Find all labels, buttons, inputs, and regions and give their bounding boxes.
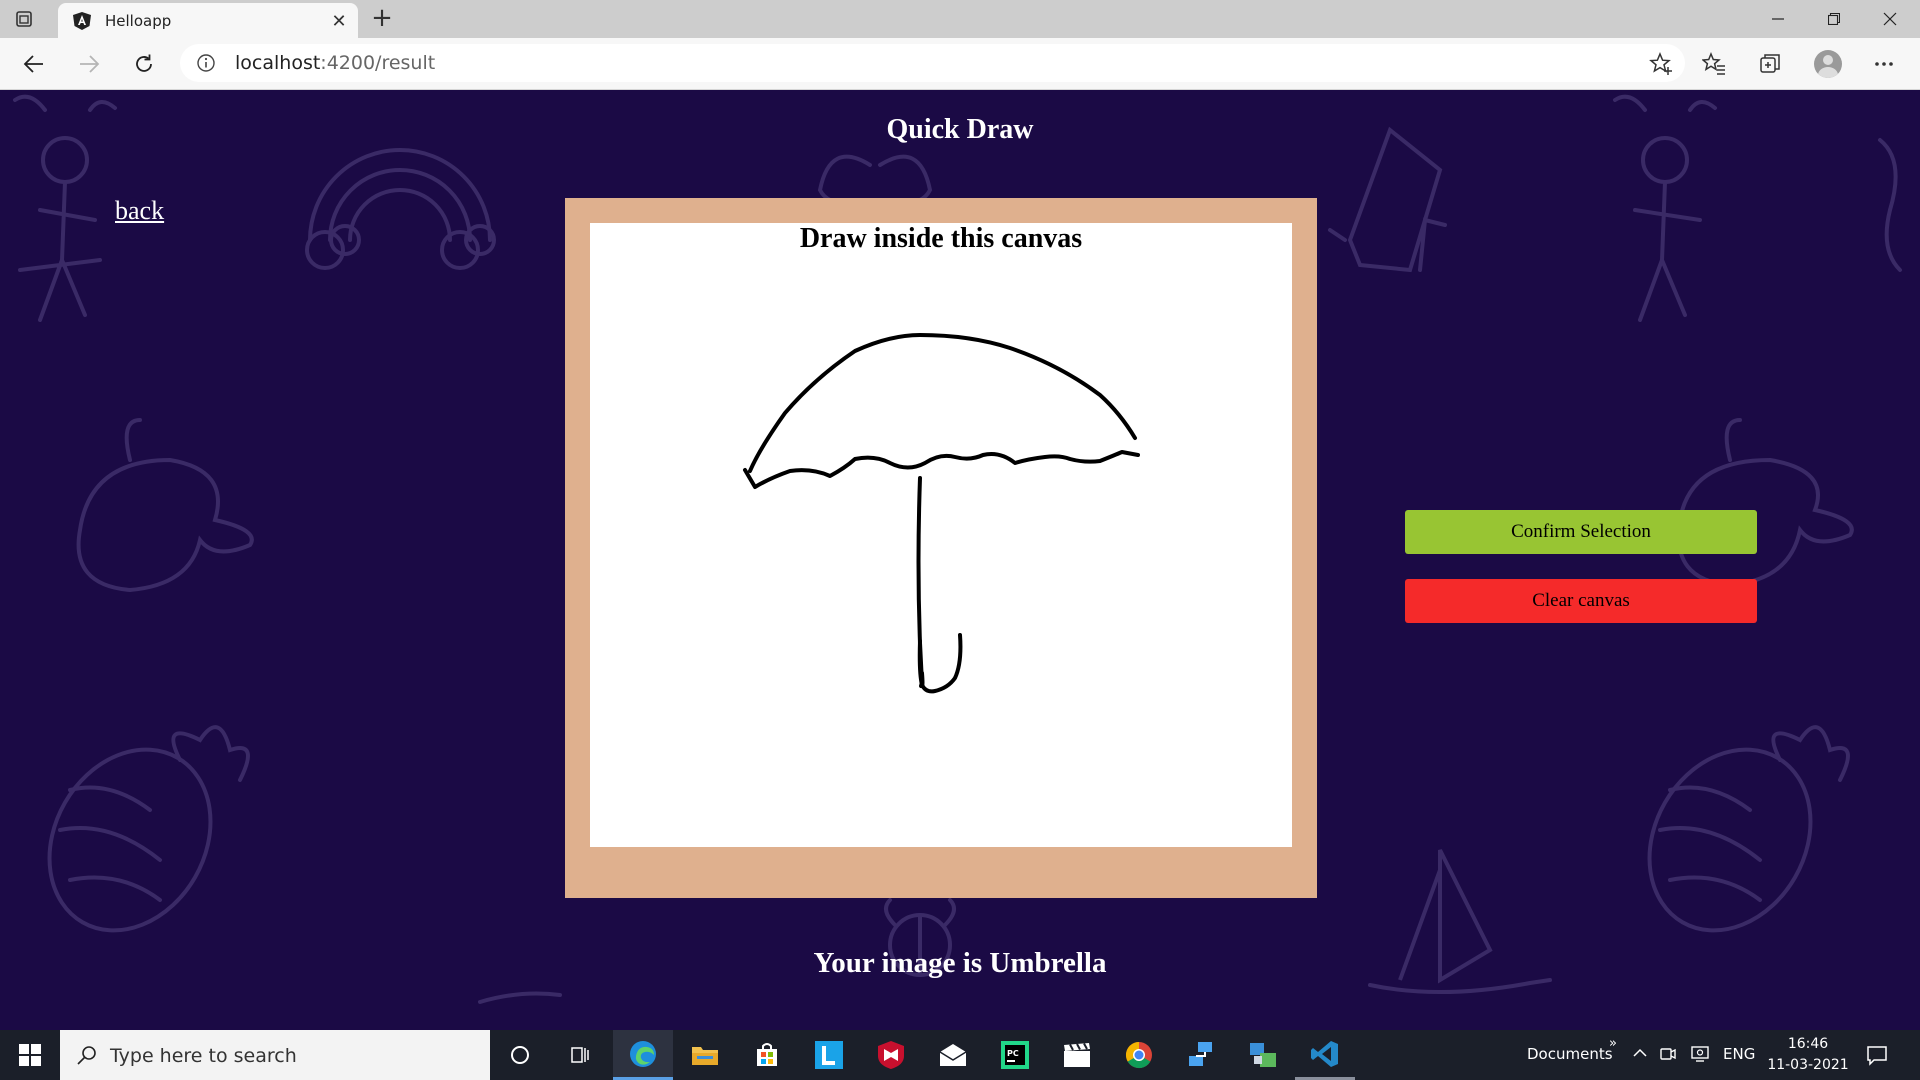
favorites-icon[interactable] (1700, 50, 1728, 78)
clock-time: 16:46 (1787, 1036, 1829, 1052)
toolbar-expand-icon[interactable]: » (1609, 1036, 1617, 1051)
l-app-icon[interactable] (799, 1030, 859, 1080)
windows-taskbar: Type here to search PC Documents » ENG 1… (0, 1030, 1920, 1080)
clock-date: 11-03-2021 (1767, 1057, 1849, 1073)
browser-tab[interactable]: Helloapp ✕ (58, 3, 358, 38)
remote-app-icon[interactable] (1233, 1030, 1293, 1080)
back-arrow-icon[interactable] (18, 48, 50, 80)
notifications-icon[interactable] (1866, 1044, 1888, 1071)
minimize-icon[interactable] (1750, 0, 1806, 38)
profile-avatar[interactable] (1814, 50, 1842, 78)
tab-actions-icon[interactable] (14, 9, 34, 29)
pycharm-icon[interactable]: PC (985, 1030, 1045, 1080)
canvas-frame: Draw inside this canvas (565, 198, 1317, 898)
mcafee-icon[interactable] (861, 1030, 921, 1080)
edge-icon[interactable] (613, 1030, 673, 1080)
display-icon[interactable] (1690, 1044, 1710, 1069)
system-clock[interactable]: 16:46 11-03-2021 (1766, 1034, 1850, 1076)
tab-title: Helloapp (105, 12, 172, 30)
svg-text:PC: PC (1007, 1049, 1019, 1058)
documents-toolbar[interactable]: Documents (1527, 1045, 1613, 1063)
show-hidden-icons-icon[interactable] (1632, 1045, 1648, 1066)
browser-tab-bar: Helloapp ✕ + (0, 0, 1920, 38)
angular-favicon-icon (72, 11, 92, 31)
page-title: Quick Draw (886, 114, 1034, 145)
mail-icon[interactable] (923, 1030, 983, 1080)
site-info-icon[interactable] (196, 53, 216, 73)
windows-start-icon[interactable] (0, 1030, 60, 1080)
store-icon[interactable] (737, 1030, 797, 1080)
umbrella-drawing (743, 333, 1140, 694)
meet-now-icon[interactable] (1659, 1045, 1677, 1068)
cortana-icon[interactable] (490, 1030, 550, 1080)
back-link[interactable]: back (115, 196, 164, 226)
add-favorite-icon[interactable] (1649, 52, 1673, 76)
confirm-selection-button[interactable]: Confirm Selection (1405, 510, 1757, 554)
result-text: Your image is Umbrella (813, 947, 1107, 979)
restore-icon[interactable] (1806, 0, 1862, 38)
address-bar[interactable]: localhost:4200/result (180, 44, 1685, 82)
search-placeholder: Type here to search (110, 1045, 297, 1067)
refresh-icon[interactable] (128, 48, 160, 80)
file-explorer-icon[interactable] (675, 1030, 735, 1080)
clear-canvas-button[interactable]: Clear canvas (1405, 579, 1757, 623)
forward-arrow-icon[interactable] (73, 48, 105, 80)
network-tool-icon[interactable] (1171, 1030, 1231, 1080)
more-options-icon[interactable] (1870, 50, 1898, 78)
video-editor-icon[interactable] (1047, 1030, 1107, 1080)
quick-draw-page: Quick Draw back Draw inside this canvas … (0, 90, 1920, 1030)
chrome-icon[interactable] (1109, 1030, 1169, 1080)
taskbar-search-box[interactable]: Type here to search (60, 1030, 490, 1080)
url-text: localhost:4200/result (235, 52, 435, 74)
language-indicator[interactable]: ENG (1723, 1045, 1755, 1063)
url-host: localhost (235, 52, 321, 74)
vscode-icon[interactable] (1295, 1030, 1355, 1080)
collections-icon[interactable] (1756, 50, 1784, 78)
new-tab-icon[interactable]: + (368, 5, 396, 33)
browser-toolbar: localhost:4200/result (0, 38, 1920, 90)
search-icon (76, 1044, 98, 1066)
task-view-icon[interactable] (550, 1030, 610, 1080)
drawing-canvas[interactable]: Draw inside this canvas (590, 223, 1292, 847)
url-path: :4200/result (320, 52, 436, 74)
close-window-icon[interactable] (1862, 0, 1918, 38)
close-tab-icon[interactable]: ✕ (328, 10, 350, 32)
